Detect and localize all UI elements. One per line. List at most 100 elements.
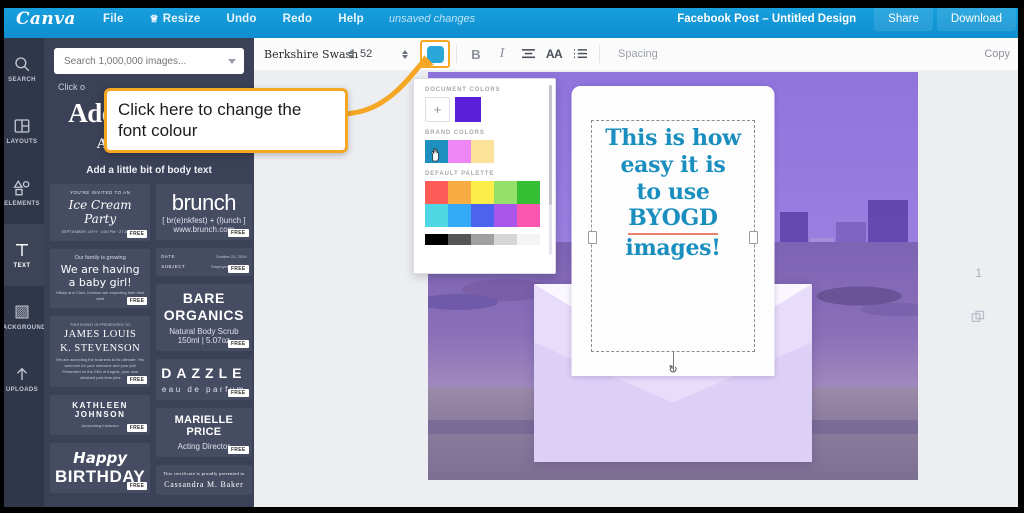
- list-item[interactable]: brunch [ br(e)nkfest) + (l)unch ] www.br…: [156, 184, 252, 240]
- brand-color-swatch-2[interactable]: [471, 140, 494, 163]
- list-item[interactable]: Our family is growing We are having a ba…: [50, 249, 151, 309]
- template-column-left: YOU'RE INVITED TO AN Ice Cream Party SEP…: [50, 184, 151, 495]
- list-item[interactable]: BARE ORGANICS Natural Body Scrub 150ml |…: [156, 284, 252, 351]
- menu-redo[interactable]: Redo: [270, 13, 326, 25]
- free-badge: FREE: [126, 481, 148, 490]
- pal-row2-swatch-4[interactable]: [517, 204, 540, 227]
- free-badge: FREE: [126, 375, 148, 384]
- pal-row2-swatch-3[interactable]: [494, 204, 517, 227]
- text-color-button[interactable]: [420, 40, 450, 68]
- list-item[interactable]: MARIELLE PRICE Acting Director FREE: [156, 407, 252, 457]
- template-kicker: Our family is growing: [74, 255, 126, 261]
- document-color-swatch[interactable]: [455, 97, 481, 122]
- list-button[interactable]: [567, 42, 593, 66]
- document-colors-label: DOCUMENT COLORS: [425, 87, 501, 93]
- page-number: 1: [975, 266, 982, 280]
- duplicate-page-button[interactable]: [971, 310, 986, 330]
- sidebar-item-background[interactable]: BACKGROUND: [0, 286, 46, 348]
- list-item[interactable]: THIS EVENT IS PRESENTED TO JAMES LOUIS K…: [50, 316, 151, 387]
- font-size-stepper[interactable]: [402, 49, 408, 59]
- color-picker-popover[interactable]: DOCUMENT COLORS + BRAND COLORS DEFAULT P…: [413, 78, 556, 274]
- brand-color-swatch-0[interactable]: [425, 140, 448, 163]
- pal-row2-swatch-1[interactable]: [448, 204, 471, 227]
- menu-resize[interactable]: ♕ Resize: [137, 13, 214, 25]
- sidebar-item-uploads[interactable]: UPLOADS: [0, 348, 44, 410]
- resize-handle-right[interactable]: [749, 231, 758, 244]
- pal-row2-swatch-0[interactable]: [425, 204, 448, 227]
- window-frame-right: [1018, 0, 1024, 513]
- chevron-down-icon[interactable]: [228, 58, 236, 64]
- layouts-icon: [14, 119, 30, 133]
- font-family-stepper[interactable]: [348, 49, 354, 59]
- gray-row-swatch-0[interactable]: [425, 234, 448, 245]
- template-title2: ORGANICS: [163, 306, 245, 323]
- gray-row-swatch-2[interactable]: [471, 234, 494, 245]
- sidebar-item-elements[interactable]: ELEMENTS: [0, 162, 44, 224]
- list-item[interactable]: KATHLEEN JOHNSON Accounting Instructor F…: [50, 394, 151, 435]
- template-title: brunch: [171, 190, 237, 215]
- free-badge: FREE: [227, 445, 249, 454]
- sidebar-item-text[interactable]: TEXT: [0, 224, 44, 286]
- canva-logo[interactable]: Canva: [16, 9, 78, 29]
- gray-row-swatch-1[interactable]: [448, 234, 471, 245]
- menu-file[interactable]: File: [90, 13, 137, 25]
- picker-scrollbar[interactable]: [549, 85, 552, 255]
- spacing-button[interactable]: Spacing: [618, 48, 658, 60]
- add-color-button[interactable]: +: [425, 97, 450, 122]
- download-button[interactable]: Download: [936, 7, 1016, 31]
- pal-row1-swatch-2[interactable]: [471, 181, 494, 204]
- add-body-block[interactable]: Add a little bit of body text: [44, 155, 254, 178]
- gray-row-swatch-4[interactable]: [517, 234, 540, 245]
- sidebar-label-elements: ELEMENTS: [4, 201, 40, 207]
- bold-button[interactable]: B: [463, 42, 489, 66]
- letter-case-button[interactable]: AA: [541, 42, 567, 66]
- template-line2: a baby girl!: [68, 276, 132, 290]
- sidebar-label-layouts: LAYOUTS: [6, 139, 38, 145]
- list-item[interactable]: This certificate is proudly presented to…: [156, 464, 252, 495]
- search-input[interactable]: [62, 54, 228, 68]
- pal-row1-swatch-3[interactable]: [494, 181, 517, 204]
- canvas-text[interactable]: This is how easy it is to use BYOGD imag…: [592, 121, 754, 262]
- list-item[interactable]: YOU'RE INVITED TO AN Ice Cream Party SEP…: [50, 184, 151, 241]
- duplicate-page-icon: [971, 310, 985, 322]
- align-button[interactable]: [515, 42, 541, 66]
- brand-color-swatch-1[interactable]: [448, 140, 471, 163]
- search-box[interactable]: [54, 48, 244, 74]
- pal-row2-swatch-2[interactable]: [471, 204, 494, 227]
- free-badge: FREE: [126, 230, 148, 238]
- picker-scrollbar-thumb[interactable]: [549, 85, 552, 205]
- menu-undo[interactable]: Undo: [213, 13, 269, 25]
- rotate-handle[interactable]: ↻: [667, 364, 680, 377]
- list-item[interactable]: Happy BIRTHDAY FREE: [50, 442, 151, 493]
- share-button[interactable]: Share: [874, 7, 933, 31]
- copy-button[interactable]: Copy: [984, 48, 1010, 60]
- document-title[interactable]: Facebook Post – Untitled Design: [677, 13, 856, 25]
- list-item[interactable]: DAZZLE eau de parfum FREE: [156, 358, 252, 400]
- gray-row-swatch-3[interactable]: [494, 234, 517, 245]
- pal-row1-swatch-0[interactable]: [425, 181, 448, 204]
- canvas-text-line-5: images!: [625, 235, 721, 262]
- pal-row1-swatch-4[interactable]: [517, 181, 540, 204]
- font-family-select[interactable]: Berkshire Swash: [264, 48, 358, 61]
- canvas-area: 1 This is how easy it is to use BYOGD im…: [254, 70, 1024, 513]
- text-icon: [16, 244, 28, 256]
- text-color-swatch: [426, 45, 444, 63]
- pal-row1-swatch-1[interactable]: [448, 181, 471, 204]
- font-size-input[interactable]: 52: [360, 48, 396, 60]
- text-toolbar: Berkshire Swash 52 B I AA Spacing Copy: [254, 38, 1024, 71]
- list-item[interactable]: DATE October 23, 2019 SUBJECT Employee Q…: [156, 248, 252, 276]
- selected-text-box[interactable]: This is how easy it is to use BYOGD imag…: [588, 120, 758, 376]
- template-name: MARIELLE PRICE: [174, 413, 234, 438]
- hand-cursor-icon: [431, 148, 439, 162]
- align-center-icon: [521, 48, 535, 58]
- menu-help[interactable]: Help: [325, 13, 377, 25]
- template-kicker: This certificate is proudly presented to: [163, 470, 245, 476]
- panel-search-wrap: [44, 38, 254, 80]
- sidebar-item-layouts[interactable]: LAYOUTS: [0, 100, 44, 162]
- free-badge: FREE: [227, 229, 249, 237]
- template-line1: Happy: [73, 448, 128, 467]
- template-name: KATHLEEN JOHNSON: [72, 400, 129, 419]
- italic-button[interactable]: I: [489, 42, 515, 66]
- sidebar-item-search[interactable]: SEARCH: [0, 38, 44, 100]
- resize-handle-left[interactable]: [588, 231, 597, 244]
